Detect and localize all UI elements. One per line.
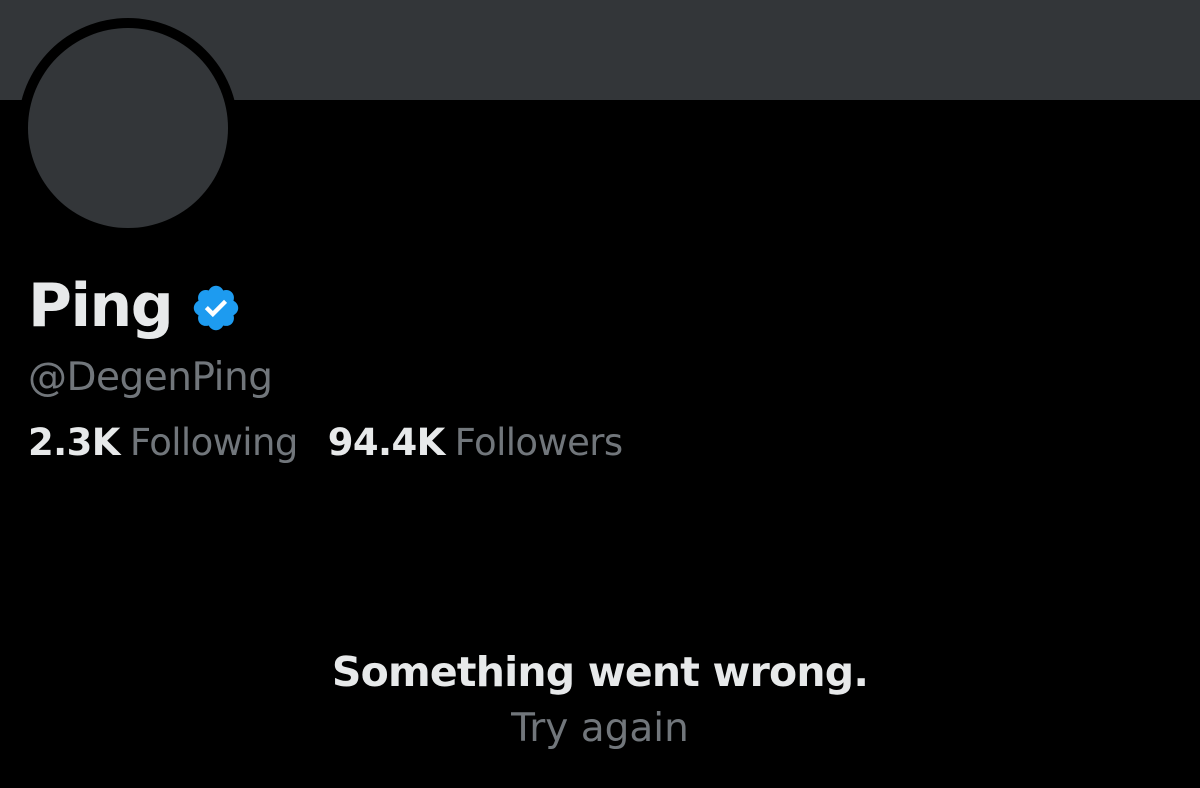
display-name: Ping — [28, 271, 174, 341]
avatar[interactable] — [28, 28, 228, 228]
followers-label: Followers — [454, 421, 624, 464]
try-again-button[interactable]: Try again — [511, 709, 689, 748]
following-label: Following — [129, 421, 298, 464]
profile-handle: @DegenPing — [28, 355, 273, 400]
followers-link[interactable]: 94.4K Followers — [328, 424, 623, 461]
verified-badge-icon[interactable] — [190, 282, 242, 334]
followers-count: 94.4K — [327, 421, 446, 464]
error-message: Something went wrong. — [331, 648, 869, 696]
following-count: 2.3K — [28, 421, 120, 464]
profile-name-row: Ping — [28, 268, 242, 344]
following-link[interactable]: 2.3K Following — [28, 424, 298, 461]
follow-stats: 2.3K Following 94.4K Followers — [28, 424, 653, 461]
error-panel: Something went wrong. Try again — [0, 648, 1200, 749]
